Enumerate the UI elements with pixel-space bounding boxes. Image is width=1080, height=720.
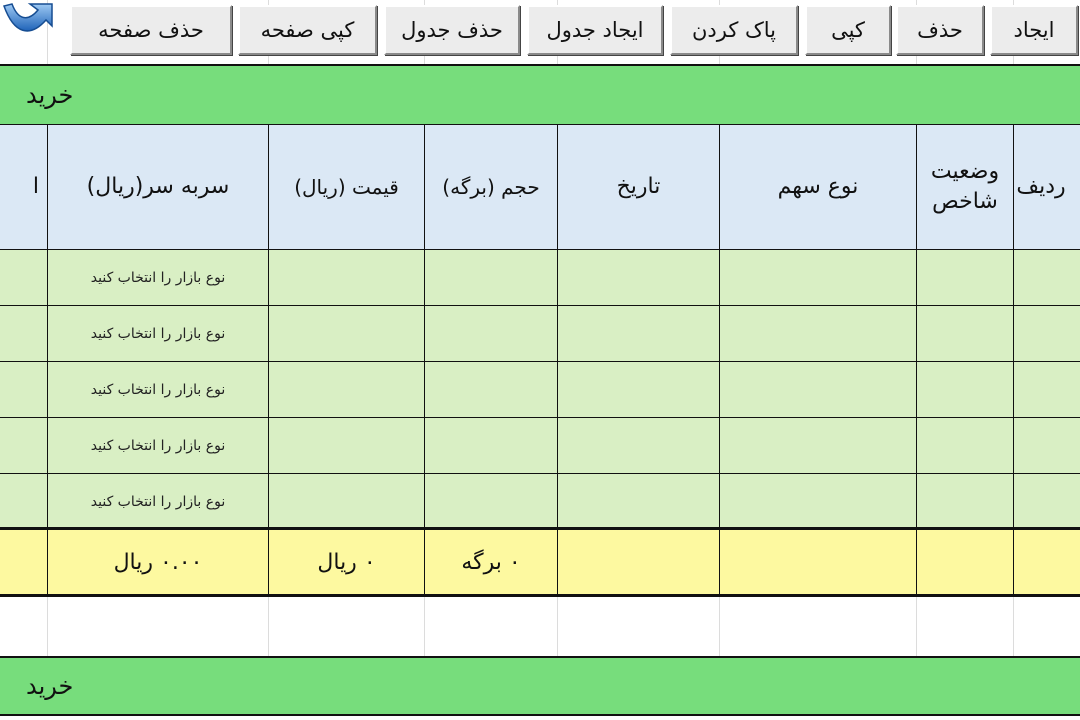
cell-price[interactable] [268, 473, 425, 530]
cell-date[interactable] [557, 305, 720, 362]
total-break-even-value: ۰.۰۰ ریال [113, 549, 203, 575]
section-header: خرید [0, 656, 1080, 716]
copy-button[interactable]: کپی [805, 5, 891, 55]
cell-index-status[interactable] [916, 361, 1014, 418]
header-stock-type: نوع سهم [719, 124, 917, 250]
cell-partial[interactable] [0, 305, 48, 362]
section-title: خرید [26, 81, 74, 109]
cell-stock-type[interactable] [719, 305, 917, 362]
cell-date[interactable] [557, 417, 720, 474]
cell-date[interactable] [557, 473, 720, 530]
cell-volume[interactable] [424, 473, 558, 530]
market-type-hint: نوع بازار را انتخاب کنید [90, 493, 226, 510]
cell-partial[interactable] [0, 361, 48, 418]
cell-stock-type[interactable] [719, 417, 917, 474]
header-volume-label: حجم (برگه) [442, 174, 540, 199]
total-price-value: ۰ ریال [317, 549, 376, 575]
market-type-hint: نوع بازار را انتخاب کنید [90, 269, 226, 286]
header-row-number: ردیف [1013, 124, 1080, 250]
cell-row-number[interactable] [1013, 305, 1080, 362]
cell-row-number[interactable] [1013, 361, 1080, 418]
cell-index-status[interactable] [916, 249, 1014, 306]
cell-price[interactable] [268, 249, 425, 306]
header-stock-type-label: نوع سهم [777, 174, 859, 200]
total-volume-value: ۰ برگه [461, 549, 521, 575]
next-table-edge [0, 716, 1080, 720]
toolbar: ایجاد حذف کپی پاک کردن ایجاد جدول حذف جد… [0, 0, 1080, 62]
market-type-hint: نوع بازار را انتخاب کنید [90, 381, 226, 398]
total-cell-index-status [916, 527, 1014, 597]
total-cell-partial [0, 527, 48, 597]
cell-price[interactable] [268, 361, 425, 418]
header-date: تاریخ [557, 124, 720, 250]
total-volume: ۰ برگه [424, 527, 558, 597]
header-date-label: تاریخ [616, 174, 661, 200]
cell-partial[interactable] [0, 473, 48, 530]
cell-index-status[interactable] [916, 305, 1014, 362]
market-type-hint: نوع بازار را انتخاب کنید [90, 437, 226, 454]
cell-stock-type[interactable] [719, 249, 917, 306]
header-price-label: قیمت (ریال) [294, 174, 399, 199]
clear-button[interactable]: پاک کردن [670, 5, 798, 55]
cell-stock-type[interactable] [719, 361, 917, 418]
cell-volume[interactable] [424, 417, 558, 474]
copy-page-button[interactable]: کپی صفحه [238, 5, 377, 55]
header-index-status-label: وضعیت شاخص [930, 159, 1000, 214]
delete-table-button[interactable]: حذف جدول [384, 5, 520, 55]
undo-arrow-icon[interactable] [0, 0, 60, 40]
create-button[interactable]: ایجاد [990, 5, 1078, 55]
cell-row-number[interactable] [1013, 417, 1080, 474]
cell-date[interactable] [557, 361, 720, 418]
section-header: خرید [0, 64, 1080, 126]
cell-break-even[interactable]: نوع بازار را انتخاب کنید [47, 361, 269, 418]
market-type-hint: نوع بازار را انتخاب کنید [90, 325, 226, 342]
cell-row-number[interactable] [1013, 473, 1080, 530]
header-break-even: سربه سر(ریال) [47, 124, 269, 250]
cell-index-status[interactable] [916, 417, 1014, 474]
cell-break-even[interactable]: نوع بازار را انتخاب کنید [47, 417, 269, 474]
header-partial-column: ا [0, 124, 48, 250]
total-cell-row-number [1013, 527, 1080, 597]
cell-price[interactable] [268, 305, 425, 362]
cell-volume[interactable] [424, 249, 558, 306]
cell-partial[interactable] [0, 249, 48, 306]
cell-break-even[interactable]: نوع بازار را انتخاب کنید [47, 249, 269, 306]
cell-break-even[interactable]: نوع بازار را انتخاب کنید [47, 305, 269, 362]
header-partial-label: ا [32, 174, 39, 200]
header-price: قیمت (ریال) [268, 124, 425, 250]
delete-page-button[interactable]: حذف صفحه [70, 5, 232, 55]
total-cell-date [557, 527, 720, 597]
header-volume: حجم (برگه) [424, 124, 558, 250]
header-row-number-label: ردیف [1016, 174, 1066, 200]
cell-date[interactable] [557, 249, 720, 306]
header-break-even-label: سربه سر(ریال) [86, 174, 230, 200]
total-break-even: ۰.۰۰ ریال [47, 527, 269, 597]
cell-stock-type[interactable] [719, 473, 917, 530]
cell-volume[interactable] [424, 361, 558, 418]
cell-break-even[interactable]: نوع بازار را انتخاب کنید [47, 473, 269, 530]
total-cell-stock-type [719, 527, 917, 597]
cell-row-number[interactable] [1013, 249, 1080, 306]
create-table-button[interactable]: ایجاد جدول [527, 5, 663, 55]
delete-button[interactable]: حذف [896, 5, 984, 55]
cell-partial[interactable] [0, 417, 48, 474]
total-price: ۰ ریال [268, 527, 425, 597]
section-title: خرید [26, 672, 74, 700]
cell-volume[interactable] [424, 305, 558, 362]
header-index-status: وضعیت شاخص [916, 124, 1014, 250]
cell-price[interactable] [268, 417, 425, 474]
cell-index-status[interactable] [916, 473, 1014, 530]
